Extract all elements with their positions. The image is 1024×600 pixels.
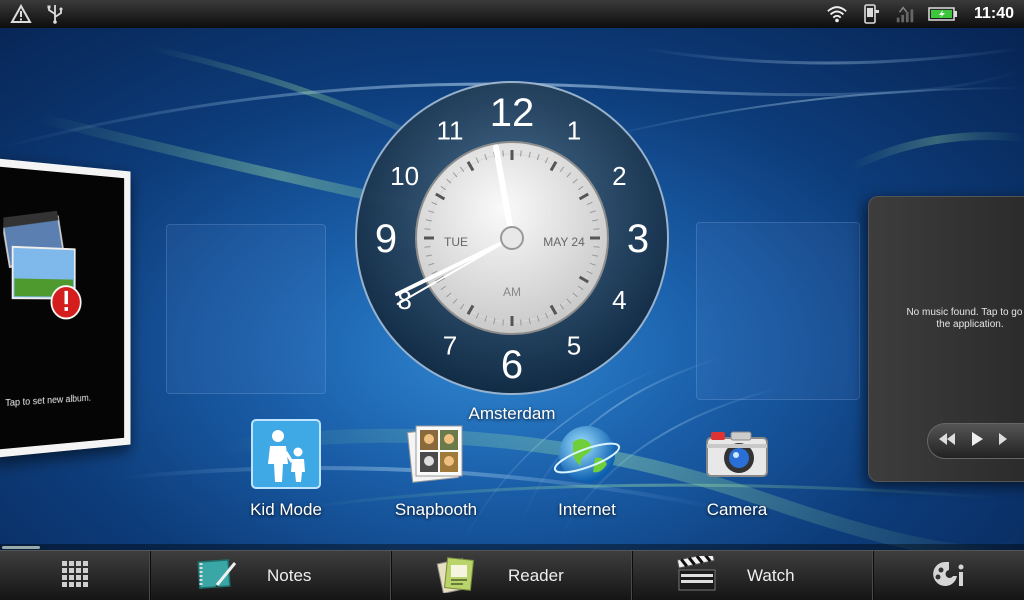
clock-tick: [520, 150, 522, 157]
kid-mode-icon: [250, 418, 322, 490]
page-indicator-thumb: [2, 546, 40, 549]
phone-icon: [860, 4, 882, 24]
status-time: 11:40: [973, 5, 1014, 22]
photo-album-widget[interactable]: Tap to set new album.: [0, 158, 131, 458]
all-apps-grid-icon: [61, 560, 89, 592]
notes-icon: [195, 557, 237, 595]
photo-widget-caption: Tap to set new album.: [5, 393, 92, 410]
all-apps-button[interactable]: [0, 551, 151, 600]
shortcut-camera[interactable]: Camera: [677, 418, 797, 520]
personalize-button[interactable]: [874, 551, 1024, 600]
battery-icon: [928, 4, 958, 24]
clock-number: 4: [612, 285, 626, 315]
shortcut-label: Snapbooth: [394, 500, 478, 519]
bottom-app-label: Watch: [747, 566, 795, 585]
bottom-launch-bar: Notes Reader Watch: [0, 550, 1024, 600]
personalize-icon: [931, 560, 967, 592]
bottom-app-reader[interactable]: Reader: [392, 551, 633, 600]
clock-number: 2: [612, 161, 626, 191]
clock-tick: [424, 228, 431, 230]
bottom-app-watch[interactable]: Watch: [633, 551, 874, 600]
photo-frame: Tap to set new album.: [0, 158, 131, 458]
internet-globe-icon: [551, 418, 623, 490]
clock-number: 3: [627, 217, 649, 261]
fast-forward-icon[interactable]: [998, 431, 1010, 451]
snapbooth-icon: [400, 418, 472, 490]
music-controls: [927, 423, 1024, 459]
clock-tick: [520, 319, 522, 326]
clock-face: 121234567891011 TUE MAY 24 AM: [355, 81, 669, 395]
status-bar: 11:40: [0, 0, 1024, 28]
clock-number: 9: [375, 217, 397, 261]
status-bar-right: 11:40: [826, 4, 1014, 24]
usb-icon: [44, 4, 66, 24]
clock-center-cap: [500, 226, 524, 250]
shortcut-label: Camera: [706, 500, 768, 519]
clock-number: 10: [390, 161, 419, 191]
clock-tick: [502, 319, 504, 326]
album-warning-icon: [3, 210, 91, 346]
music-widget[interactable]: No music found. Tap to go to the applica…: [868, 196, 1024, 482]
clock-widget[interactable]: 121234567891011 TUE MAY 24 AM: [352, 78, 672, 398]
clock-number: 6: [501, 343, 523, 387]
clock-number: 7: [443, 330, 457, 360]
ghost-panel-left: [166, 224, 326, 394]
clock-ampm: AM: [503, 285, 521, 299]
clock-date: MAY 24: [543, 235, 585, 249]
music-widget-message: No music found. Tap to go to the applica…: [906, 307, 1024, 330]
play-icon[interactable]: [970, 431, 984, 451]
clock-tick: [502, 150, 504, 157]
reader-icon: [436, 555, 478, 597]
clock-number: 12: [490, 91, 535, 135]
clock-tick: [424, 246, 431, 248]
clock-day: TUE: [444, 235, 468, 249]
shortcut-kid-mode[interactable]: Kid Mode: [226, 418, 346, 520]
home-screen-wallpaper[interactable]: Tap to set new album. 121234567891011 T: [0, 28, 1024, 550]
status-bar-left: [10, 4, 66, 24]
shortcut-label: Kid Mode: [250, 500, 322, 519]
camera-icon: [701, 418, 773, 490]
bottom-app-label: Reader: [508, 566, 564, 585]
clock-number: 1: [567, 116, 581, 146]
clock-tick: [593, 246, 600, 248]
clock-number: 5: [567, 330, 581, 360]
shortcut-snapbooth[interactable]: Snapbooth: [376, 418, 496, 520]
bottom-app-notes[interactable]: Notes: [151, 551, 392, 600]
clock-number: 11: [437, 116, 464, 146]
wifi-icon: [826, 4, 848, 24]
clock-tick: [593, 228, 600, 230]
bottom-app-label: Notes: [267, 566, 312, 585]
photo-inner: Tap to set new album.: [0, 166, 125, 450]
rewind-icon[interactable]: [938, 431, 956, 451]
shortcut-internet[interactable]: Internet: [527, 418, 647, 520]
ghost-panel-right: [696, 222, 860, 400]
signal-icon: [894, 4, 916, 24]
shortcut-label: Internet: [558, 500, 616, 519]
alert-triangle-icon: [10, 4, 32, 24]
watch-clapper-icon: [676, 552, 717, 596]
